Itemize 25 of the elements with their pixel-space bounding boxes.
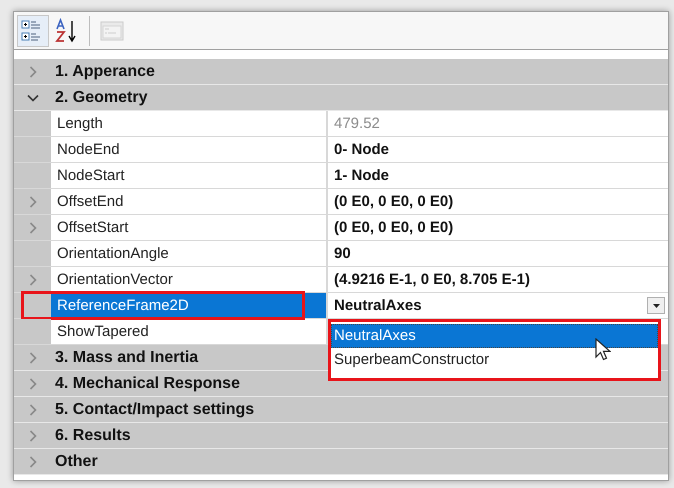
property-value[interactable]: (4.9216 E-1, 0 E0, 8.705 E-1) <box>334 267 530 292</box>
value-dropdown[interactable]: NeutralAxes <box>328 293 668 318</box>
caret-icon <box>652 304 660 308</box>
mouse-cursor-icon <box>595 338 611 362</box>
category-header[interactable]: Other <box>51 449 98 474</box>
property-value[interactable]: 1- Node <box>334 163 390 188</box>
categorized-button[interactable] <box>17 14 49 46</box>
property-name[interactable]: Length <box>51 111 328 136</box>
property-name[interactable]: OrientationAngle <box>51 241 328 266</box>
property-value[interactable]: 90 <box>334 241 351 266</box>
dropdown-option[interactable]: SuperbeamConstructor <box>331 348 658 372</box>
category-header[interactable]: 2. Geometry <box>51 85 148 110</box>
property-name[interactable]: OffsetEnd <box>51 189 328 214</box>
property-value[interactable]: 0- Node <box>334 137 390 162</box>
property-value[interactable]: (0 E0, 0 E0, 0 E0) <box>334 189 454 214</box>
property-name[interactable]: NodeStart <box>51 163 328 188</box>
dropdown-button[interactable] <box>647 297 665 314</box>
category-header[interactable]: 6. Results <box>51 423 131 448</box>
category-header[interactable]: 1. Apperance <box>51 59 155 84</box>
property-name[interactable]: ReferenceFrame2D <box>51 293 328 318</box>
category-header[interactable]: 3. Mass and Inertia <box>51 345 198 370</box>
dropdown-option[interactable]: NeutralAxes <box>331 324 658 348</box>
property-name[interactable]: NodeEnd <box>51 137 328 162</box>
property-name[interactable]: OffsetStart <box>51 215 328 240</box>
property-value[interactable]: (0 E0, 0 E0, 0 E0) <box>334 215 454 240</box>
